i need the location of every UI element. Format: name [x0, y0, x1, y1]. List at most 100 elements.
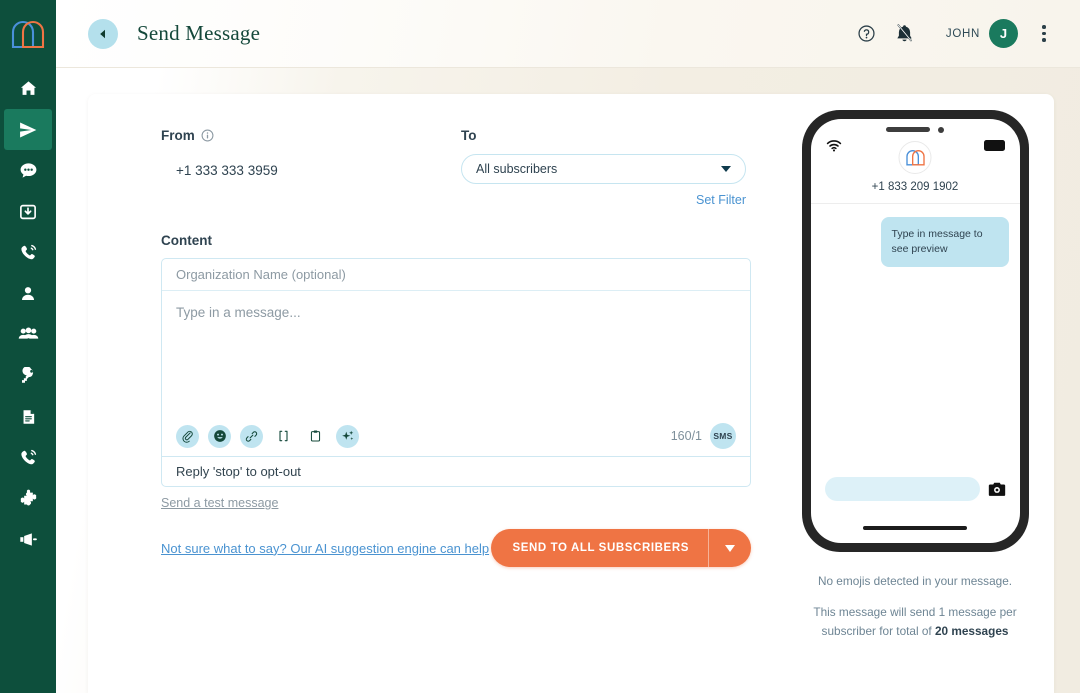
organization-name-input[interactable]: Organization Name (optional): [162, 259, 750, 291]
help-button[interactable]: [848, 15, 886, 53]
to-group: To All subscribers Set Filter: [461, 128, 751, 207]
sidebar-item-integrations[interactable]: [4, 478, 52, 519]
user-name: JOHN: [946, 28, 980, 40]
send-to-all-subscribers-button[interactable]: SEND TO ALL SUBSCRIBERS: [491, 529, 751, 567]
chat-icon: [19, 161, 38, 180]
conversation-avatar: [899, 141, 932, 174]
arch-logo-icon: [11, 19, 45, 49]
character-counter-group: 160/1 SMS: [671, 423, 736, 449]
send-options-dropdown[interactable]: [709, 545, 751, 552]
set-filter-link[interactable]: Set Filter: [461, 193, 746, 207]
message-textarea[interactable]: Type in a message...: [162, 291, 750, 416]
home-icon: [19, 79, 38, 98]
message-count-highlight: 20 messages: [935, 624, 1008, 638]
brackets-icon: [276, 429, 291, 443]
people-icon: [18, 324, 39, 345]
sidebar-nav: [0, 68, 56, 560]
phone-home-indicator: [863, 526, 967, 530]
link-icon: [245, 430, 258, 443]
top-bar: Send Message: [56, 0, 1080, 68]
message-count-note: This message will send 1 message per sub…: [801, 603, 1029, 640]
sidebar-item-campaigns[interactable]: [4, 519, 52, 560]
page-title: Send Message: [137, 21, 260, 46]
chevron-down-icon: [725, 545, 735, 552]
phone-notch: [872, 125, 958, 134]
sidebar-item-voice[interactable]: [4, 437, 52, 478]
attach-file-button[interactable]: [176, 425, 199, 448]
phone-speaker: [886, 127, 930, 132]
from-label-row: From: [161, 128, 461, 143]
main-region: Send Message: [56, 0, 1080, 693]
more-vertical-icon: [1042, 25, 1046, 29]
message-composer: Organization Name (optional) Type in a m…: [161, 258, 751, 487]
arch-logo-icon: [905, 149, 925, 166]
sidebar-item-subscribers[interactable]: [4, 273, 52, 314]
phone-message-input: [825, 477, 980, 501]
optout-text: Reply 'stop' to opt-out: [162, 456, 750, 486]
form-actions: Not sure what to say? Our AI suggestion …: [161, 529, 751, 567]
sidebar-item-home[interactable]: [4, 68, 52, 109]
sidebar-item-keywords[interactable]: [4, 355, 52, 396]
sidebar-item-calls[interactable]: [4, 232, 52, 273]
sidebar-item-groups[interactable]: [4, 314, 52, 355]
phone-input-row: [811, 477, 1020, 501]
puzzle-icon: [19, 489, 38, 508]
merge-tag-button[interactable]: [272, 425, 295, 448]
preview-divider: [811, 203, 1020, 204]
preview-message-bubble: Type in message to see preview: [881, 217, 1009, 267]
user-menu[interactable]: JOHN J: [946, 19, 1018, 48]
ai-suggestion-link[interactable]: Not sure what to say? Our AI suggestion …: [161, 541, 489, 556]
key-icon: [19, 367, 37, 385]
send-test-message-link[interactable]: Send a test message: [161, 496, 278, 510]
paperclip-icon: [181, 430, 194, 443]
content-card: From +1 333 333 3959 To All subs: [88, 94, 1054, 693]
inbox-icon: [19, 203, 37, 221]
sparkles-icon: [341, 429, 355, 443]
megaphone-icon: [18, 531, 38, 548]
to-label: To: [461, 128, 751, 143]
phone-ring-icon: [19, 243, 38, 262]
help-circle-icon: [857, 24, 876, 43]
preview-notes: No emojis detected in your message. This…: [801, 572, 1029, 640]
wifi-icon: [826, 139, 842, 152]
notifications-button[interactable]: [886, 15, 924, 53]
content-label: Content: [161, 233, 761, 248]
back-button[interactable]: [88, 19, 118, 49]
templates-button[interactable]: [304, 425, 327, 448]
back-arrow-icon: [98, 29, 108, 39]
message-preview-panel: +1 833 209 1902 Type in message to see p…: [800, 110, 1030, 640]
sidebar-item-inbox[interactable]: [4, 191, 52, 232]
from-label: From: [161, 128, 195, 143]
top-bar-actions: JOHN J: [848, 15, 1056, 53]
from-to-row: From +1 333 333 3959 To All subs: [161, 128, 761, 207]
document-icon: [20, 408, 37, 426]
chevron-down-icon: [721, 166, 731, 172]
send-button-label: SEND TO ALL SUBSCRIBERS: [491, 542, 708, 554]
app-logo[interactable]: [0, 0, 56, 68]
sidebar-item-conversations[interactable]: [4, 150, 52, 191]
more-vertical-icon: [1042, 38, 1046, 42]
recipient-select[interactable]: All subscribers: [461, 154, 746, 184]
emoji-button[interactable]: [208, 425, 231, 448]
send-message-form: From +1 333 333 3959 To All subs: [161, 128, 761, 567]
sms-badge: SMS: [710, 423, 736, 449]
info-icon[interactable]: [201, 129, 214, 142]
person-icon: [19, 285, 37, 303]
sidebar: [0, 0, 56, 693]
from-group: From +1 333 333 3959: [161, 128, 461, 207]
emoji-note: No emojis detected in your message.: [801, 572, 1029, 590]
composer-toolbar: 160/1 SMS: [162, 416, 750, 456]
clipboard-icon: [309, 429, 322, 443]
character-counter: 160/1: [671, 429, 702, 443]
phone-front-camera: [938, 127, 944, 133]
avatar: J: [989, 19, 1018, 48]
ai-assist-button[interactable]: [336, 425, 359, 448]
sidebar-item-templates[interactable]: [4, 396, 52, 437]
app-root: Send Message: [0, 0, 1080, 693]
camera-icon: [988, 482, 1006, 497]
insert-link-button[interactable]: [240, 425, 263, 448]
more-menu-button[interactable]: [1032, 20, 1056, 48]
emoji-icon: [213, 429, 227, 443]
from-number: +1 333 333 3959: [176, 163, 461, 178]
sidebar-item-send-message[interactable]: [4, 109, 52, 150]
